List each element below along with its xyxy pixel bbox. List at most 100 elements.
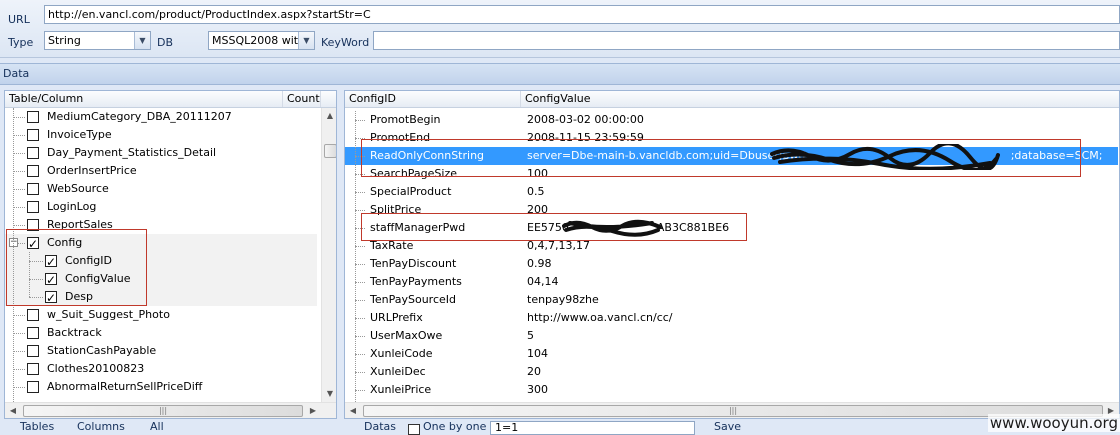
chevron-down-icon[interactable]: ▼ — [134, 32, 150, 49]
chevron-down-icon[interactable]: ▼ — [298, 32, 314, 49]
grid-row[interactable]: XunleiDec 20 — [345, 363, 1118, 381]
checkbox[interactable] — [27, 345, 39, 357]
data-grid-panel[interactable]: ConfigID ConfigValue PromotBegin 2008-03-… — [344, 90, 1120, 419]
type-select[interactable]: String ▼ — [44, 31, 151, 50]
one-by-one-checkbox[interactable] — [408, 424, 420, 435]
tree-item[interactable]: WebSource — [5, 180, 317, 198]
grid-cell-configvalue: EE5750 AB3C881BE6 — [527, 219, 729, 237]
grid-cell-configid: UserMaxOwe — [370, 329, 443, 342]
tree-item[interactable]: AbnormalReturnSellPriceDiff — [5, 378, 317, 396]
tree-item[interactable]: ReportSales — [5, 216, 317, 234]
grid-cell-configvalue: 04,14 — [527, 273, 559, 291]
tree-horizontal-scrollbar[interactable]: ◀ ||| ▶ — [5, 402, 336, 418]
grid-cell-configvalue: 20 — [527, 363, 541, 381]
tree-connector — [13, 351, 25, 352]
grid-row[interactable]: XunleiPrice 300 — [345, 381, 1118, 399]
tree-vertical-scrollbar[interactable]: ▲ ▼ — [321, 108, 336, 402]
save-button[interactable]: Save — [714, 419, 742, 435]
tree-item[interactable]: ConfigValue — [5, 270, 317, 289]
tree-item[interactable]: ConfigID — [5, 252, 317, 271]
grid-cell-configid: XunleiCode — [370, 347, 433, 360]
grid-row[interactable]: XunleiCode 104 — [345, 345, 1118, 363]
url-label: URL — [8, 13, 30, 26]
tree-item[interactable]: w_Suit_Suggest_Photo — [5, 306, 317, 324]
grid-row[interactable]: SearchPageSize 100 — [345, 165, 1118, 183]
tree-header-name[interactable]: Table/Column — [5, 91, 283, 107]
grid-row[interactable]: PromotBegin 2008-03-02 00:00:00 — [345, 111, 1118, 129]
grid-row[interactable]: SplitPrice 200 — [345, 201, 1118, 219]
grid-cell-value-text: EE5750 — [527, 221, 569, 234]
scroll-down-icon[interactable]: ▼ — [322, 386, 336, 402]
grid-row[interactable]: TenPayDiscount 0.98 — [345, 255, 1118, 273]
tree-item[interactable]: Backtrack — [5, 324, 317, 342]
scroll-up-icon[interactable]: ▲ — [322, 108, 336, 124]
checkbox[interactable] — [27, 201, 39, 213]
tab-all[interactable]: All — [150, 419, 164, 435]
grid-cell-value-text: http://www.oa.vancl.cn/cc/ — [527, 311, 673, 324]
checked-checkbox[interactable] — [45, 253, 57, 271]
scroll-thumb[interactable]: ||| — [23, 405, 303, 417]
checked-checkbox[interactable] — [27, 235, 39, 253]
checkbox[interactable] — [27, 147, 39, 159]
db-select[interactable]: MSSQL2008 with l ▼ — [208, 31, 315, 50]
tree-item[interactable]: LoginLog — [5, 198, 317, 216]
url-input[interactable]: http://en.vancl.com/product/ProductIndex… — [44, 5, 1120, 24]
tree-item[interactable]: Day_Payment_Statistics_Detail — [5, 144, 317, 162]
grid-cell-configvalue: 200 — [527, 201, 548, 219]
grid-row[interactable]: SpecialProduct 0.5 — [345, 183, 1118, 201]
tree-header-count[interactable]: Count — [283, 91, 321, 107]
grid-cell-configvalue: 104 — [527, 345, 548, 363]
grid-row[interactable]: TenPaySourceId tenpay98zhe — [345, 291, 1118, 309]
tree-connector — [355, 174, 365, 175]
scroll-left-icon[interactable]: ◀ — [345, 403, 361, 418]
tree-item[interactable]: OrderInsertPrice — [5, 162, 317, 180]
tab-tables[interactable]: Tables — [20, 419, 55, 435]
checkbox[interactable] — [27, 129, 39, 141]
checkbox[interactable] — [27, 309, 39, 321]
grid-row[interactable]: PromotEnd 2008-11-15 23:59:59 — [345, 129, 1118, 147]
checkbox[interactable] — [27, 165, 39, 177]
tree-item[interactable]: Config− — [5, 234, 317, 253]
tree-item[interactable]: MediumCategory_DBA_20111207 — [5, 108, 317, 126]
tree-item[interactable]: StationCashPayable — [5, 342, 317, 360]
checkbox[interactable] — [27, 327, 39, 339]
tree-item[interactable]: Desp — [5, 288, 317, 307]
checkbox[interactable] — [27, 183, 39, 195]
tree-item-label: OrderInsertPrice — [47, 164, 137, 177]
grid-header-configvalue[interactable]: ConfigValue — [521, 91, 1119, 107]
grid-row[interactable]: URLPrefix http://www.oa.vancl.cn/cc/ — [345, 309, 1118, 327]
tree-item[interactable]: InvoiceType — [5, 126, 317, 144]
table-tree-panel[interactable]: Table/Column Count MediumCategory_DBA_20… — [4, 90, 337, 419]
type-select-value: String — [48, 34, 81, 47]
grid-cell-configvalue: http://www.oa.vancl.cn/cc/ — [527, 309, 673, 327]
grid-cell-configid: ReadOnlyConnString — [370, 149, 485, 162]
checked-checkbox[interactable] — [45, 271, 57, 289]
scroll-thumb[interactable] — [324, 144, 336, 158]
grid-cell-configid: SearchPageSize — [370, 167, 458, 180]
checkbox[interactable] — [27, 219, 39, 231]
grid-row[interactable]: UserMaxOwe 5 — [345, 327, 1118, 345]
db-label: DB — [157, 36, 174, 49]
tree-guide-line — [13, 108, 14, 402]
tree-column-header: Table/Column Count — [5, 91, 336, 108]
checked-checkbox[interactable] — [45, 289, 57, 307]
scroll-left-icon[interactable]: ◀ — [5, 403, 21, 418]
checkbox[interactable] — [27, 111, 39, 123]
tab-columns[interactable]: Columns — [77, 419, 125, 435]
grid-header-configid[interactable]: ConfigID — [345, 91, 521, 107]
panel-splitter[interactable] — [337, 86, 343, 435]
checkbox[interactable] — [27, 363, 39, 375]
checkbox[interactable] — [27, 381, 39, 393]
grid-cell-value-text: 0.98 — [527, 257, 552, 270]
grid-row[interactable]: TaxRate 0,4,7,13,17 — [345, 237, 1118, 255]
grid-row[interactable]: TenPayPayments 04,14 — [345, 273, 1118, 291]
tree-connector — [355, 282, 365, 283]
tree-connector — [355, 300, 365, 301]
grid-row[interactable]: staffManagerPwd EE5750 AB3C881BE6 — [345, 219, 1118, 237]
scroll-right-icon[interactable]: ▶ — [305, 403, 321, 418]
grid-cell-configid: URLPrefix — [370, 311, 423, 324]
condition-input[interactable]: 1=1 — [490, 421, 695, 435]
tree-item[interactable]: Clothes20100823 — [5, 360, 317, 378]
keyword-input[interactable] — [373, 31, 1120, 50]
grid-row-selected[interactable]: ReadOnlyConnString server=Dbe-main-b.vanc… — [345, 147, 1118, 165]
